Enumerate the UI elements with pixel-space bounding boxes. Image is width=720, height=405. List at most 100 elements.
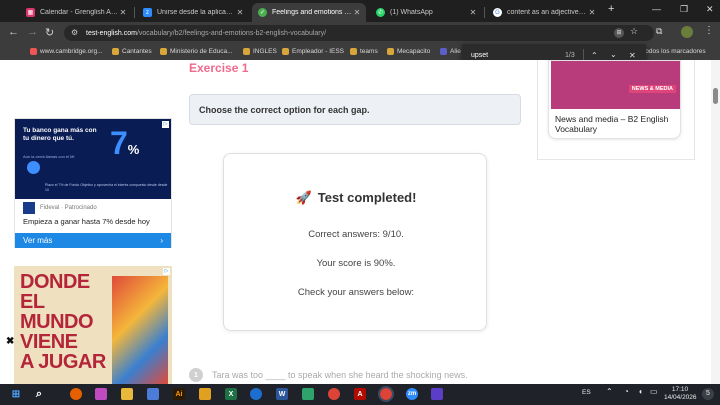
chrome-active-icon[interactable] [378, 386, 394, 402]
bookmark-label: Empleador - IESS [292, 48, 345, 55]
tab-feelings-emotions[interactable]: ✓ Feelings and emotions – B2 ✕ [252, 3, 366, 22]
zoom-icon: z [143, 8, 152, 17]
bookmark-item[interactable]: Ministerio de Educa... [160, 48, 233, 55]
bookmark-label: Alie [450, 48, 461, 55]
search-icon[interactable]: ⌕ [33, 388, 45, 400]
bookmark-item[interactable]: Mecapacito [387, 48, 430, 55]
chevron-right-icon: › [160, 236, 163, 245]
site-info-icon[interactable]: ⚙ [71, 28, 78, 37]
ad-banner-world[interactable]: DONDE EL MUNDO VIENE A JUGAR ▷ [14, 266, 172, 384]
ad-more-button[interactable]: Ver más › [15, 233, 171, 248]
forward-icon[interactable]: → [27, 26, 38, 38]
edge-icon[interactable] [250, 388, 262, 400]
folder-icon [243, 48, 250, 55]
tab-title: Unirse desde la aplicación Z [157, 9, 235, 16]
tab-zoom[interactable]: z Unirse desde la aplicación Z ✕ [137, 3, 249, 22]
tab-divider [134, 7, 135, 18]
tab-title: content as an adjective mea [507, 9, 587, 16]
close-icon[interactable]: ✕ [587, 8, 597, 17]
ad-image[interactable]: Tu banco gana más con tu dinero que tú. … [15, 119, 171, 199]
word-icon[interactable]: W [276, 388, 288, 400]
ad-banner-fideval[interactable]: Tu banco gana más con tu dinero que tú. … [14, 118, 172, 248]
clock-time: 17:10 [671, 386, 689, 393]
bookmark-item[interactable]: INGLES [243, 48, 277, 55]
bookmark-item[interactable]: www.cambridge.org... [30, 48, 103, 55]
page-scrollbar[interactable] [711, 60, 720, 384]
ad-choices-icon[interactable]: ▷ [163, 268, 170, 275]
extensions-icon[interactable]: ⧉ [656, 26, 662, 37]
find-input[interactable]: upset [471, 52, 488, 59]
app-icon[interactable] [302, 388, 314, 400]
battery-icon[interactable]: ▭ [650, 388, 658, 396]
scrollbar-thumb[interactable] [713, 88, 718, 104]
avatar[interactable] [681, 26, 693, 38]
notification-badge[interactable]: 5 [702, 388, 714, 400]
chevron-down-icon[interactable]: ⌄ [610, 50, 617, 59]
ad-rate-suffix: % [127, 142, 140, 157]
tab-calendar[interactable]: ▦ Calendar - Grenglish Academ ✕ [20, 3, 132, 22]
close-icon[interactable]: ✕ [468, 8, 478, 17]
exercise-title: Exercise 1 [189, 61, 249, 75]
bookmark-item[interactable]: Cantantes [112, 48, 152, 55]
check-answers-text: Check your answers below: [297, 287, 415, 298]
bookmark-label: INGLES [253, 48, 277, 55]
instruction-text: Choose the correct option for each gap. [199, 105, 370, 115]
menu-icon[interactable]: ⋮ [704, 25, 714, 36]
tab-whatsapp[interactable]: ✆ (1) WhatsApp ✕ [370, 3, 482, 22]
wifi-icon[interactable]: ◔ [624, 388, 629, 396]
restore-button[interactable]: ❐ [680, 4, 688, 15]
page-viewport: Exercise 1 Choose the correct option for… [0, 60, 711, 384]
related-badge: NEWS & MEDIA [628, 85, 676, 93]
acrobat-icon[interactable]: A [354, 388, 366, 400]
zoom-icon[interactable]: zm [406, 388, 418, 400]
clock[interactable]: 17:10 14/04/2026 [664, 386, 697, 402]
tab-google-search[interactable]: G content as an adjective mea ✕ [487, 3, 601, 22]
address-path: /vocabulary/b2/feelings-and-emotions-b2-… [136, 29, 327, 37]
clock-date: 14/04/2026 [664, 394, 697, 401]
back-icon[interactable]: ← [8, 26, 19, 38]
completed-text: Test completed! [317, 190, 417, 205]
chrome-icon[interactable] [328, 388, 340, 400]
folder-icon[interactable] [199, 388, 211, 400]
chevron-up-icon[interactable]: ⌃ [591, 51, 598, 60]
ad-choices-icon[interactable]: ▷ [162, 121, 169, 128]
bookmark-star-icon[interactable]: ☆ [630, 26, 638, 37]
close-window-button[interactable]: ✕ [706, 4, 714, 15]
language-indicator[interactable]: ES [582, 389, 591, 397]
reload-icon[interactable]: ↻ [45, 26, 54, 39]
app-icon[interactable] [431, 388, 443, 400]
address-bar[interactable]: ⚙ test-english.com/vocabulary/b2/feeling… [64, 25, 654, 41]
store-icon[interactable] [147, 388, 159, 400]
windows-start-icon[interactable]: ⊞ [10, 388, 22, 400]
folder-icon [350, 48, 357, 55]
close-icon[interactable]: ✕ [629, 51, 636, 60]
bookmark-item[interactable]: Empleador - IESS [282, 48, 344, 55]
volume-icon[interactable]: ◖ [638, 388, 643, 396]
bookmark-favicon-icon [440, 48, 447, 55]
page-action-icon[interactable]: ⊞ [614, 28, 624, 38]
close-icon[interactable]: ✕ [118, 8, 128, 17]
illustrator-icon[interactable]: Ai [173, 388, 185, 400]
close-icon[interactable]: ✕ [352, 8, 362, 17]
bookmark-item[interactable]: Alie [440, 48, 461, 55]
test-completed-heading: 🚀 Test completed! [224, 190, 488, 206]
related-card[interactable]: NEWS & MEDIA News and media – B2 English… [548, 60, 681, 139]
firefox-icon[interactable] [70, 388, 82, 400]
fideval-logo-icon [23, 202, 35, 214]
minimize-button[interactable]: — [652, 4, 661, 14]
bookmark-label: teams [360, 48, 378, 55]
result-card: 🚀 Test completed! Correct answers: 9/10. … [223, 153, 487, 331]
copilot-icon[interactable] [95, 388, 107, 400]
related-image: NEWS & MEDIA [551, 61, 680, 109]
excel-icon[interactable]: X [225, 388, 237, 400]
chevron-up-icon[interactable]: ⌃ [606, 388, 613, 396]
file-explorer-icon[interactable] [121, 388, 133, 400]
close-ad-icon[interactable]: ✖ [6, 336, 14, 347]
close-icon[interactable]: ✕ [235, 8, 245, 17]
bookmark-item[interactable]: teams [350, 48, 378, 55]
folder-icon [112, 48, 119, 55]
new-tab-button[interactable]: + [608, 3, 614, 15]
related-title[interactable]: News and media – B2 English Vocabulary [555, 114, 675, 134]
whatsapp-icon: ✆ [376, 8, 385, 17]
all-bookmarks[interactable]: Todos los marcadores [642, 48, 706, 55]
